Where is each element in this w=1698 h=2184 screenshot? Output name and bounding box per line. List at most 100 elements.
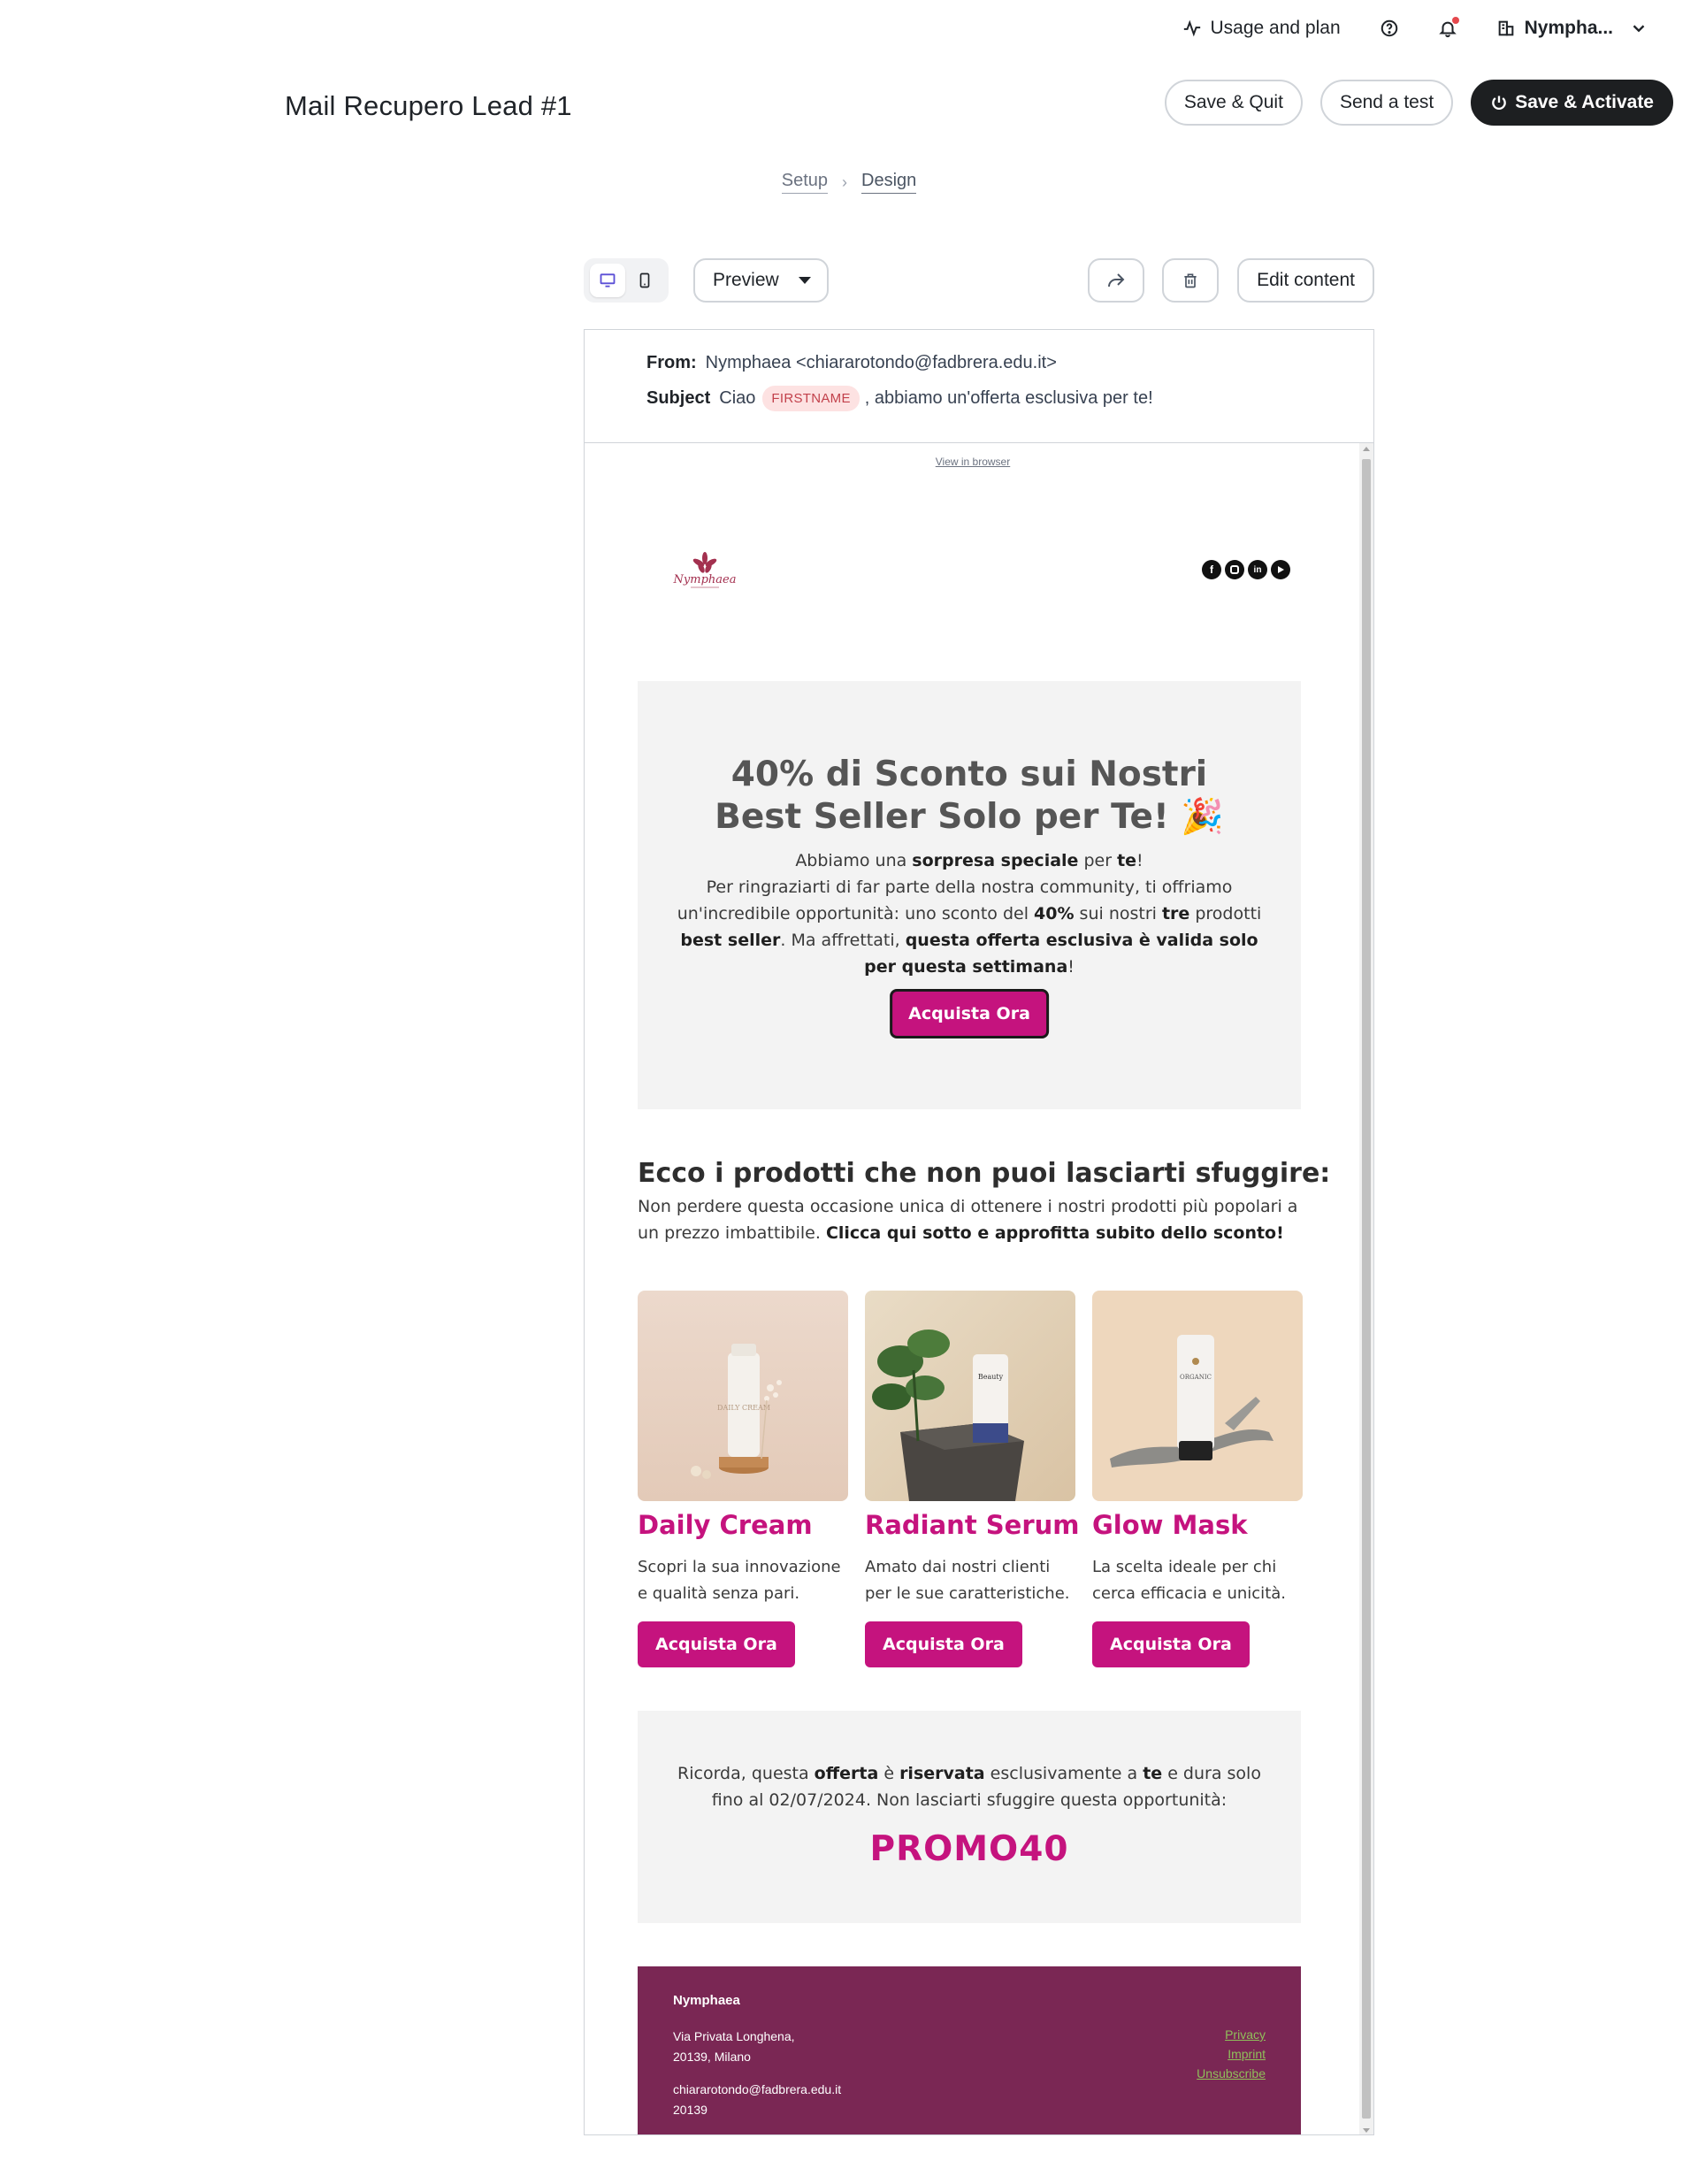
desktop-icon <box>600 273 616 287</box>
trash-icon <box>1184 273 1197 288</box>
privacy-link[interactable]: Privacy <box>1197 2025 1266 2044</box>
desktop-view-button[interactable] <box>590 264 625 297</box>
product-buy-button[interactable]: Acquista Ora <box>1092 1621 1250 1667</box>
breadcrumb-setup[interactable]: Setup <box>781 171 828 194</box>
email-body[interactable]: View in browser Nymphaea f in 40% di Sco… <box>585 443 1361 2134</box>
product-card: Beauty Radiant Serum Amato dai nostri cl… <box>865 1291 1080 1667</box>
page-title: Mail Recupero Lead #1 <box>285 90 572 121</box>
unsubscribe-link[interactable]: Unsubscribe <box>1197 2064 1266 2083</box>
caret-down-icon <box>798 277 811 284</box>
promo-code: PROMO40 <box>869 1829 1069 1869</box>
footer-contact: chiararotondo@fadbrera.edu.it 20139 <box>673 2082 842 2117</box>
instagram-icon[interactable] <box>1225 560 1244 579</box>
usage-and-plan-label: Usage and plan <box>1210 18 1341 38</box>
facebook-icon[interactable]: f <box>1202 560 1221 579</box>
product-card: ORGANIC Glow Mask La scelta ideale per c… <box>1092 1291 1303 1667</box>
linkedin-icon[interactable]: in <box>1248 560 1267 579</box>
product-name: Glow Mask <box>1092 1510 1248 1540</box>
hero-text: Abbiamo una sorpresa speciale per te! Pe… <box>664 847 1274 980</box>
product-card: DAILY CREAM Daily Cream Scopri la sua in… <box>638 1291 848 1667</box>
chevron-down-icon <box>1633 25 1645 33</box>
activity-icon <box>1183 19 1200 37</box>
account-switcher[interactable]: Nympha... <box>1496 18 1648 39</box>
product-image-daily-cream[interactable]: DAILY CREAM <box>638 1291 848 1501</box>
breadcrumb-design[interactable]: Design <box>861 171 917 194</box>
products-section-text: Non perdere questa occasione unica di ot… <box>638 1197 1298 1243</box>
products-section-title: Ecco i prodotti che non puoi lasciarti s… <box>638 1158 1331 1189</box>
promo-block: Ricorda, questa offerta è riservata escl… <box>638 1711 1301 1923</box>
subject-post: , abbiamo un'offerta esclusiva per te! <box>864 387 1153 408</box>
preview-label: Preview <box>713 270 779 290</box>
subject-label: Subject <box>646 387 711 408</box>
youtube-icon[interactable] <box>1271 560 1290 579</box>
view-in-browser-link[interactable]: View in browser <box>585 456 1361 468</box>
footer-address: Via Privata Longhena, 20139, Milano <box>673 2029 795 2064</box>
hero-title: 40% di Sconto sui Nostri Best Seller Sol… <box>715 755 1224 837</box>
product-name: Daily Cream <box>638 1510 813 1540</box>
email-scrollbar[interactable] <box>1359 443 1373 2134</box>
subject-row: Subject Ciao FIRSTNAME , abbiamo un'offe… <box>646 383 1373 413</box>
delete-button[interactable] <box>1162 258 1219 303</box>
product-description: Amato dai nostri clienti per le sue cara… <box>865 1558 1070 1603</box>
svg-text:DAILY CREAM: DAILY CREAM <box>717 1404 770 1412</box>
notification-badge <box>1451 17 1459 24</box>
device-toggle <box>584 258 669 303</box>
top-bar: Usage and plan Nympha... <box>0 0 1698 62</box>
power-icon <box>1492 96 1507 111</box>
share-button[interactable] <box>1088 258 1144 303</box>
mobile-view-button[interactable] <box>627 264 662 297</box>
save-quit-button[interactable]: Save & Quit <box>1164 80 1303 126</box>
usage-and-plan-link[interactable]: Usage and plan <box>1182 18 1341 39</box>
mobile-icon <box>639 272 650 288</box>
product-buy-button[interactable]: Acquista Ora <box>865 1621 1022 1667</box>
top-bar-actions: Usage and plan Nympha... <box>1143 17 1648 39</box>
scroll-thumb[interactable] <box>1362 459 1371 2119</box>
firstname-tag: FIRSTNAME <box>762 385 860 411</box>
chevron-right-icon: › <box>842 172 847 191</box>
lily-logo-icon: Nymphaea <box>673 552 736 588</box>
footer-links: Privacy Imprint Unsubscribe <box>1197 2025 1266 2083</box>
svg-text:Beauty: Beauty <box>978 1373 1004 1381</box>
promo-text: Ricorda, questa offerta è riservata escl… <box>677 1764 1261 1810</box>
edit-content-button[interactable]: Edit content <box>1237 258 1374 303</box>
product-description: Scopri la sua innovazione e qualità senz… <box>638 1558 841 1603</box>
subject-pre: Ciao <box>719 387 756 408</box>
page-header: Mail Recupero Lead #1 Save & Quit Send a… <box>0 78 1698 134</box>
preview-select[interactable]: Preview <box>693 258 829 303</box>
notifications-button[interactable] <box>1438 17 1459 38</box>
product-name: Radiant Serum <box>865 1510 1080 1540</box>
send-test-button[interactable]: Send a test <box>1319 80 1454 126</box>
svg-text:ORGANIC: ORGANIC <box>1180 1374 1212 1381</box>
brand-logo: Nymphaea <box>662 549 747 592</box>
help-button[interactable] <box>1380 19 1399 38</box>
hero-block: 40% di Sconto sui Nostri Best Seller Sol… <box>638 681 1301 1109</box>
hero-line-2: Per ringraziarti di far parte della nost… <box>677 877 1262 977</box>
hero-line-1: Abbiamo una sorpresa speciale per te! <box>795 851 1143 870</box>
share-icon <box>1108 273 1125 287</box>
header-actions: Save & Quit Send a test Save & Activate <box>1164 80 1673 126</box>
product-grid: DAILY CREAM Daily Cream Scopri la sua in… <box>638 1291 1303 1667</box>
product-buy-button[interactable]: Acquista Ora <box>638 1621 795 1667</box>
scroll-up-arrow-icon[interactable] <box>1363 447 1370 451</box>
email-meta: From: Nymphaea <chiararotondo@fadbrera.e… <box>585 330 1373 443</box>
from-value: Nymphaea <chiararotondo@fadbrera.edu.it> <box>705 352 1057 372</box>
help-icon <box>1381 19 1397 37</box>
from-label: From: <box>646 352 697 372</box>
editor-toolbar: Preview Edit content <box>584 257 1374 304</box>
scroll-down-arrow-icon[interactable] <box>1363 2128 1370 2133</box>
from-row: From: Nymphaea <chiararotondo@fadbrera.e… <box>646 348 1373 378</box>
save-activate-label: Save & Activate <box>1515 92 1654 112</box>
imprint-link[interactable]: Imprint <box>1197 2044 1266 2064</box>
save-activate-button[interactable]: Save & Activate <box>1471 80 1673 126</box>
product-image-glow-mask[interactable]: ORGANIC <box>1092 1291 1303 1501</box>
building-icon <box>1498 20 1513 36</box>
product-image-radiant-serum[interactable]: Beauty <box>865 1291 1075 1501</box>
breadcrumb: Setup › Design <box>0 171 1698 194</box>
product-description: La scelta ideale per chi cerca efficacia… <box>1092 1558 1286 1603</box>
social-links: f in <box>1202 560 1290 579</box>
email-footer: Nymphaea Via Privata Longhena, 20139, Mi… <box>638 1966 1301 2134</box>
footer-brand: Nymphaea <box>673 1993 740 2008</box>
account-name: Nympha... <box>1524 18 1613 38</box>
email-preview-frame: From: Nymphaea <chiararotondo@fadbrera.e… <box>584 329 1374 2135</box>
hero-buy-button[interactable]: Acquista Ora <box>890 989 1049 1038</box>
